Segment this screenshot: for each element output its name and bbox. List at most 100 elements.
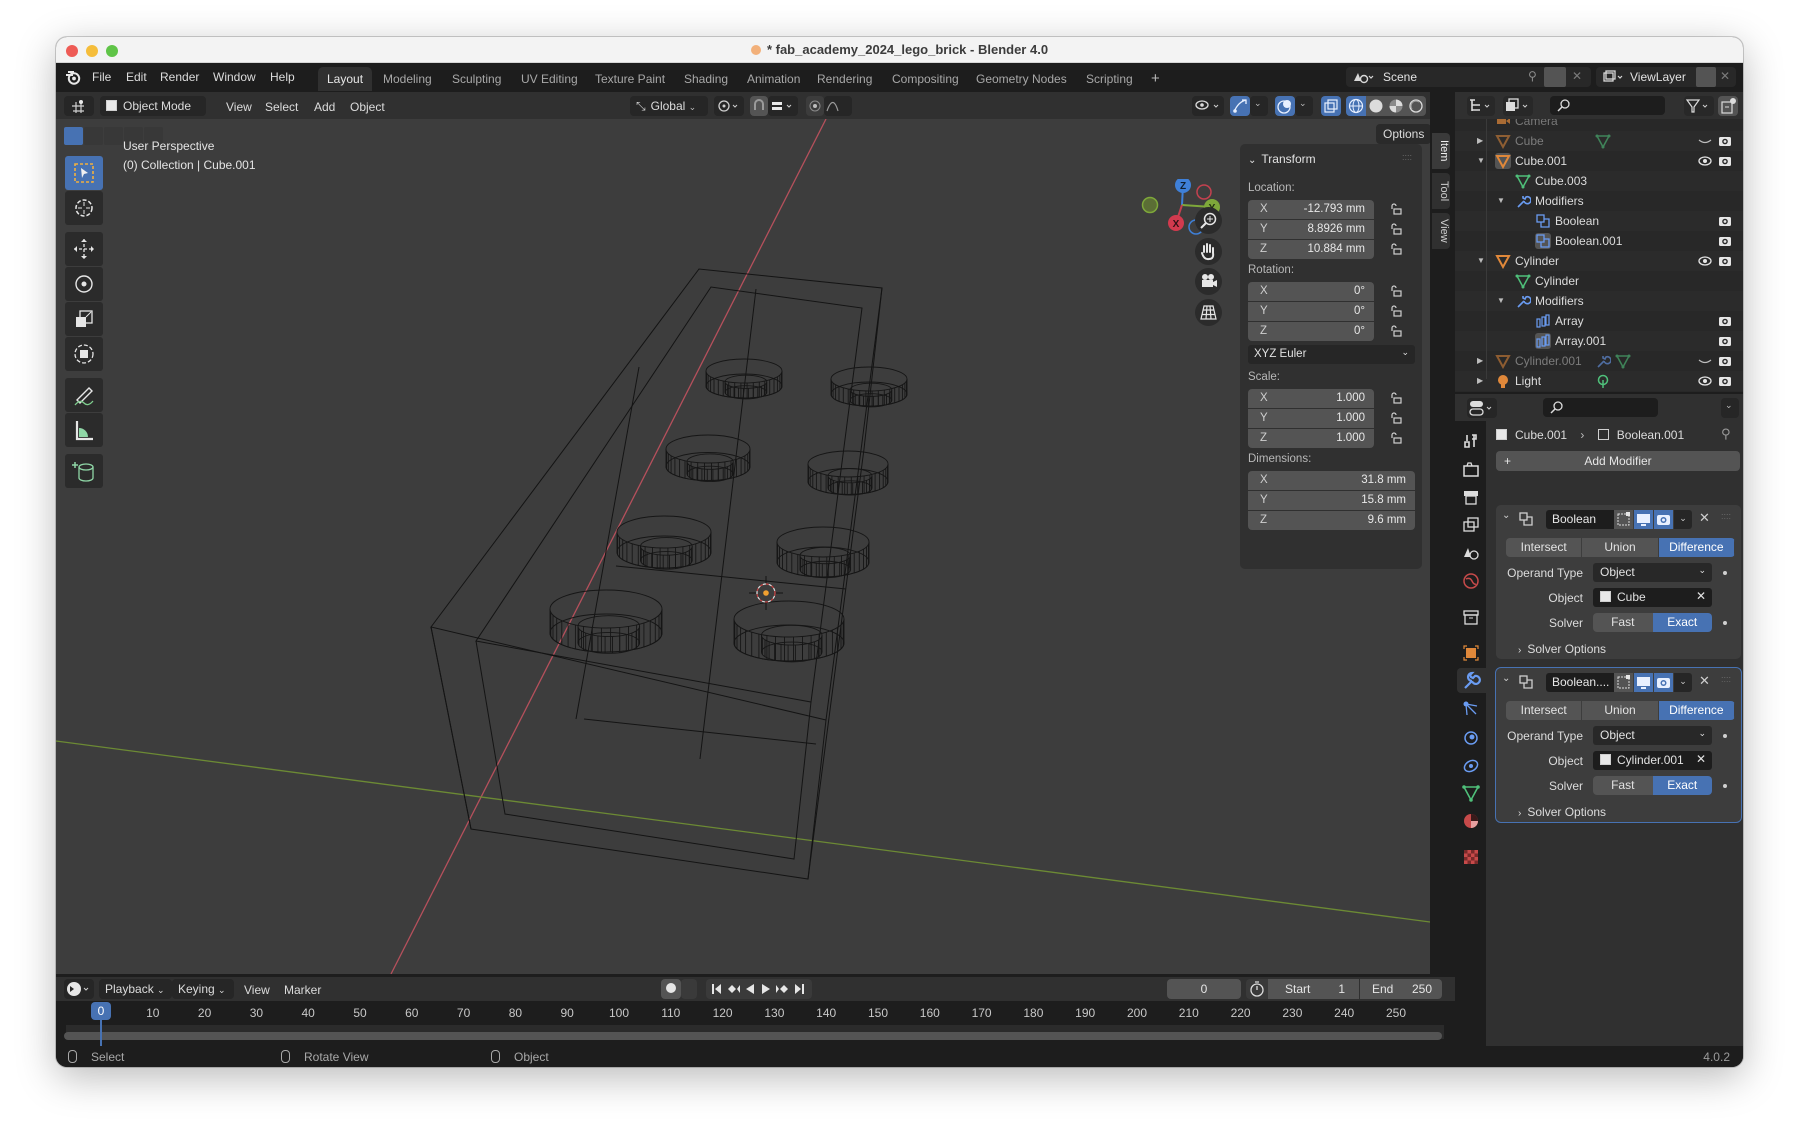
transform-pivot-button[interactable]: [714, 96, 744, 116]
collapse-panel-icon[interactable]: ⌄: [1502, 510, 1510, 521]
properties-editor-type-button[interactable]: [1467, 398, 1497, 418]
outliner-row[interactable]: Cube.003: [1455, 171, 1743, 191]
render-camera-icon[interactable]: [1718, 374, 1732, 388]
outliner-row[interactable]: Cylinder: [1455, 271, 1743, 291]
add-workspace-button[interactable]: +: [1142, 67, 1169, 91]
keyframe-dot[interactable]: [1723, 621, 1727, 625]
selectability-visibility-button[interactable]: [1192, 96, 1224, 116]
outliner-row[interactable]: Boolean: [1455, 211, 1743, 231]
render-camera-icon[interactable]: [1718, 234, 1732, 248]
select-menu[interactable]: Select: [265, 100, 298, 114]
add-menu[interactable]: Add: [314, 100, 335, 114]
expand-toggle-icon[interactable]: ▶: [1477, 356, 1483, 365]
clear-object-icon[interactable]: ✕: [1696, 752, 1706, 766]
outliner-row[interactable]: ▼ Cube.001: [1455, 151, 1743, 171]
transform-panel-header[interactable]: ⌄ Transform: [1248, 152, 1316, 166]
outliner-row[interactable]: ▼ Cylinder: [1455, 251, 1743, 271]
tab-tool[interactable]: Tool: [1432, 173, 1450, 209]
scale-tool[interactable]: [65, 302, 103, 336]
3d-viewport[interactable]: User Perspective (0) Collection | Cube.0…: [56, 119, 1432, 974]
expand-toggle-icon[interactable]: ▶: [1477, 136, 1483, 145]
collection-properties-tab[interactable]: [1461, 607, 1481, 627]
rotation-mode-select[interactable]: XYZ Euler ⌄: [1248, 345, 1415, 364]
menu-help[interactable]: Help: [270, 70, 295, 84]
edit-mode-toggle[interactable]: [1614, 510, 1633, 529]
timeline-scrollbar[interactable]: [64, 1032, 1442, 1040]
tab-uv-editing[interactable]: UV Editing: [512, 67, 587, 91]
collapse-toggle-icon[interactable]: ▼: [1497, 296, 1505, 305]
keyframe-dot[interactable]: [1723, 784, 1727, 788]
location-z-field[interactable]: Z 10.884 mm: [1248, 240, 1374, 259]
menu-edit[interactable]: Edit: [126, 70, 147, 84]
dimensions-x-field[interactable]: X 31.8 mm: [1248, 471, 1415, 490]
auto-keying-dropdown[interactable]: [681, 979, 697, 999]
unlock-icon[interactable]: [1390, 203, 1402, 215]
annotate-tool[interactable]: [65, 378, 103, 412]
playhead-line[interactable]: [100, 1019, 102, 1046]
render-camera-icon[interactable]: [1718, 354, 1732, 368]
object-properties-tab[interactable]: [1461, 643, 1481, 663]
operation-intersect-button[interactable]: Intersect: [1506, 701, 1583, 720]
render-toggle[interactable]: [1654, 673, 1673, 692]
operation-difference-button[interactable]: Difference: [1658, 538, 1735, 557]
collapse-toggle-icon[interactable]: ▼: [1477, 256, 1485, 265]
mesh-icon[interactable]: [1615, 353, 1631, 369]
tab-sculpting[interactable]: Sculpting: [443, 67, 510, 91]
scale-y-field[interactable]: Y 1.000: [1248, 409, 1374, 428]
marker-menu[interactable]: Marker: [284, 983, 321, 997]
hidden-eye-icon[interactable]: [1698, 134, 1712, 148]
outliner-row[interactable]: ▼ Modifiers: [1455, 291, 1743, 311]
menu-file[interactable]: File: [92, 70, 111, 84]
keyframe-dot[interactable]: [1723, 571, 1727, 575]
remove-modifier-icon[interactable]: ✕: [1699, 673, 1710, 689]
unlock-icon[interactable]: [1390, 285, 1402, 297]
unlock-icon[interactable]: [1390, 305, 1402, 317]
location-x-field[interactable]: X -12.793 mm: [1248, 200, 1374, 219]
scene-properties-tab[interactable]: [1461, 543, 1481, 563]
visibility-eye-icon[interactable]: [1698, 374, 1712, 388]
display-mode-button[interactable]: [1503, 96, 1533, 116]
tab-scripting[interactable]: Scripting: [1077, 67, 1142, 91]
constraints-properties-tab[interactable]: [1461, 755, 1481, 775]
start-frame-field[interactable]: Start 1: [1268, 979, 1359, 999]
view-layer-properties-tab[interactable]: [1461, 515, 1481, 535]
operand-object-field[interactable]: Cube ✕: [1593, 588, 1712, 607]
operation-union-button[interactable]: Union: [1582, 538, 1659, 557]
keyframe-dot[interactable]: [1723, 734, 1727, 738]
pin-scene-icon[interactable]: ⚲: [1528, 69, 1537, 83]
operation-union-button[interactable]: Union: [1582, 701, 1659, 720]
rotate-tool[interactable]: [65, 267, 103, 301]
tab-view[interactable]: View: [1432, 213, 1450, 249]
render-camera-icon[interactable]: [1718, 254, 1732, 268]
cursor-tool[interactable]: [65, 191, 103, 225]
new-scene-button[interactable]: [1544, 67, 1566, 87]
overlays-dropdown[interactable]: ⌄: [1295, 96, 1313, 116]
render-toggle[interactable]: [1654, 510, 1673, 529]
toggle-perspective-button[interactable]: [1195, 299, 1222, 326]
gizmo-dropdown[interactable]: ⌄: [1250, 96, 1268, 116]
unlock-icon[interactable]: [1390, 325, 1402, 337]
properties-options-dropdown[interactable]: ⌄: [1721, 398, 1739, 418]
keying-menu[interactable]: Keying ⌄: [172, 979, 234, 999]
menu-window[interactable]: Window: [213, 70, 256, 84]
gizmo-neg-x[interactable]: [1196, 184, 1212, 200]
current-frame-field[interactable]: 0: [1167, 979, 1241, 999]
select-subtract-button[interactable]: [104, 127, 123, 145]
play-reverse-icon[interactable]: [746, 984, 754, 994]
blender-logo-icon[interactable]: [65, 70, 81, 85]
physics-properties-tab[interactable]: [1461, 727, 1481, 747]
mesh-icon[interactable]: [1595, 133, 1611, 149]
auto-keying-button[interactable]: [661, 979, 681, 999]
solver-options-subpanel[interactable]: › Solver Options: [1518, 642, 1606, 656]
light-data-icon[interactable]: [1595, 373, 1611, 389]
outliner-row[interactable]: Camera: [1455, 119, 1743, 131]
shading-rendered-button[interactable]: [1406, 96, 1426, 116]
timeline-ruler[interactable]: 10 20 30 40 50 60 70 80 90 100 110 120 130 140 150 160 1…: [56, 1001, 1455, 1046]
transform-orientation-selector[interactable]: ⤡ Global ⌄: [630, 96, 708, 116]
clear-object-icon[interactable]: ✕: [1696, 589, 1706, 603]
jump-end-icon[interactable]: [795, 984, 804, 994]
unlock-icon[interactable]: [1390, 432, 1402, 444]
outliner-editor-type-button[interactable]: [1467, 96, 1495, 116]
new-collection-button[interactable]: [1718, 96, 1738, 116]
filter-button[interactable]: [1684, 96, 1714, 116]
